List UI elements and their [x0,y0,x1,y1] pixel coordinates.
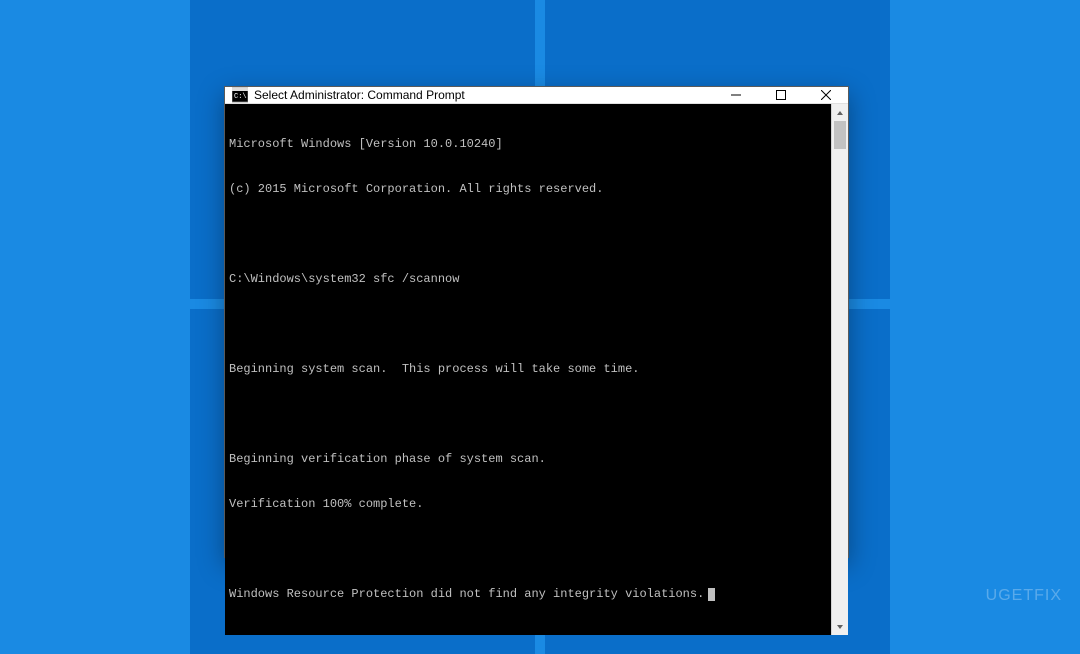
maximize-button[interactable] [758,87,803,103]
scroll-down-button[interactable] [832,618,848,635]
close-button[interactable] [803,87,848,103]
window-title: Select Administrator: Command Prompt [254,88,713,102]
console-line: C:\Windows\system32 sfc /scannow [229,272,827,287]
svg-text:C:\: C:\ [234,93,247,101]
cursor [708,588,715,601]
console-line: Beginning system scan. This process will… [229,362,827,377]
vertical-scrollbar[interactable] [831,104,848,635]
console-line: Beginning verification phase of system s… [229,452,827,467]
console-line [229,227,827,242]
scroll-thumb[interactable] [834,121,846,149]
console-line: (c) 2015 Microsoft Corporation. All righ… [229,182,827,197]
console-line: Microsoft Windows [Version 10.0.10240] [229,137,827,152]
console-line: Verification 100% complete. [229,497,827,512]
watermark-text: UGETFIX [986,587,1062,605]
cmd-icon: C:\ [232,87,248,103]
command-prompt-window: C:\ Select Administrator: Command Prompt… [224,86,849,558]
console-line [229,407,827,422]
minimize-button[interactable] [713,87,758,103]
console-line [229,542,827,557]
console-area: Microsoft Windows [Version 10.0.10240] (… [225,104,848,635]
console-line: Windows Resource Protection did not find… [229,587,827,602]
titlebar[interactable]: C:\ Select Administrator: Command Prompt [225,87,848,104]
console-text: Windows Resource Protection did not find… [229,587,704,602]
scroll-up-button[interactable] [832,104,848,121]
console-line [229,317,827,332]
scroll-track[interactable] [832,121,848,618]
console-output[interactable]: Microsoft Windows [Version 10.0.10240] (… [225,104,831,635]
window-controls [713,87,848,103]
